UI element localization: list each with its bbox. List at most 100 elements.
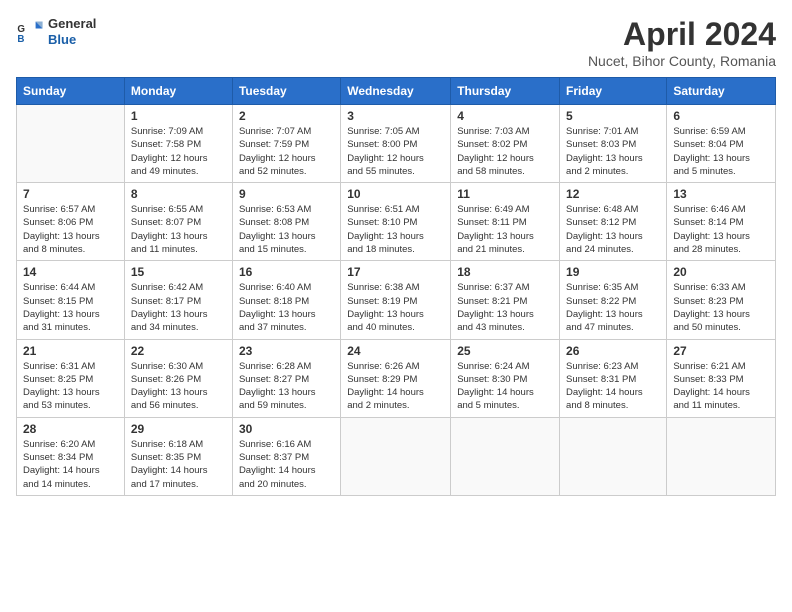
day-number: 18 bbox=[457, 265, 553, 279]
svg-text:B: B bbox=[17, 33, 24, 44]
sunset-text: Sunset: 8:10 PM bbox=[347, 216, 444, 229]
sunset-text: Sunset: 8:27 PM bbox=[239, 373, 334, 386]
day-info: Sunrise: 7:01 AMSunset: 8:03 PMDaylight:… bbox=[566, 125, 660, 178]
sunset-text: Sunset: 8:29 PM bbox=[347, 373, 444, 386]
calendar-header-row: SundayMondayTuesdayWednesdayThursdayFrid… bbox=[17, 78, 776, 105]
sunrise-text: Sunrise: 6:37 AM bbox=[457, 281, 553, 294]
day-info: Sunrise: 6:48 AMSunset: 8:12 PMDaylight:… bbox=[566, 203, 660, 256]
daylight-text: Daylight: 13 hours bbox=[347, 230, 444, 243]
daylight-text-cont: and 59 minutes. bbox=[239, 399, 334, 412]
day-number: 24 bbox=[347, 344, 444, 358]
day-number: 28 bbox=[23, 422, 118, 436]
sunrise-text: Sunrise: 6:53 AM bbox=[239, 203, 334, 216]
calendar-day: 16Sunrise: 6:40 AMSunset: 8:18 PMDayligh… bbox=[232, 261, 340, 339]
daylight-text-cont: and 18 minutes. bbox=[347, 243, 444, 256]
sunrise-text: Sunrise: 6:31 AM bbox=[23, 360, 118, 373]
sunrise-text: Sunrise: 6:49 AM bbox=[457, 203, 553, 216]
daylight-text-cont: and 31 minutes. bbox=[23, 321, 118, 334]
day-info: Sunrise: 6:51 AMSunset: 8:10 PMDaylight:… bbox=[347, 203, 444, 256]
sunset-text: Sunset: 8:08 PM bbox=[239, 216, 334, 229]
day-number: 6 bbox=[673, 109, 769, 123]
sunrise-text: Sunrise: 6:35 AM bbox=[566, 281, 660, 294]
day-info: Sunrise: 6:42 AMSunset: 8:17 PMDaylight:… bbox=[131, 281, 226, 334]
daylight-text: Daylight: 13 hours bbox=[566, 308, 660, 321]
calendar-day bbox=[667, 417, 776, 495]
daylight-text-cont: and 8 minutes. bbox=[566, 399, 660, 412]
sunrise-text: Sunrise: 6:55 AM bbox=[131, 203, 226, 216]
calendar-day bbox=[341, 417, 451, 495]
day-info: Sunrise: 6:55 AMSunset: 8:07 PMDaylight:… bbox=[131, 203, 226, 256]
calendar-week-2: 7Sunrise: 6:57 AMSunset: 8:06 PMDaylight… bbox=[17, 183, 776, 261]
sunset-text: Sunset: 8:17 PM bbox=[131, 295, 226, 308]
daylight-text-cont: and 5 minutes. bbox=[673, 165, 769, 178]
daylight-text: Daylight: 14 hours bbox=[347, 386, 444, 399]
sunset-text: Sunset: 8:07 PM bbox=[131, 216, 226, 229]
sunset-text: Sunset: 8:22 PM bbox=[566, 295, 660, 308]
sunrise-text: Sunrise: 7:09 AM bbox=[131, 125, 226, 138]
daylight-text-cont: and 8 minutes. bbox=[23, 243, 118, 256]
day-number: 23 bbox=[239, 344, 334, 358]
sunrise-text: Sunrise: 6:44 AM bbox=[23, 281, 118, 294]
day-number: 19 bbox=[566, 265, 660, 279]
calendar-day: 23 Sunrise: 6:28 AMSunset: 8:27 PMDayligh… bbox=[232, 339, 340, 417]
day-number: 11 bbox=[457, 187, 553, 201]
sunrise-text: Sunrise: 7:07 AM bbox=[239, 125, 334, 138]
sunrise-text: Sunrise: 6:57 AM bbox=[23, 203, 118, 216]
sunrise-text: Sunrise: 6:59 AM bbox=[673, 125, 769, 138]
sunrise-text: Sunrise: 6:24 AM bbox=[457, 360, 553, 373]
sunset-text: Sunset: 8:02 PM bbox=[457, 138, 553, 151]
column-header-monday: Monday bbox=[124, 78, 232, 105]
sunrise-text: Sunrise: 6:26 AM bbox=[347, 360, 444, 373]
calendar-day bbox=[560, 417, 667, 495]
daylight-text: Daylight: 13 hours bbox=[131, 308, 226, 321]
sunrise-text: Sunrise: 6:40 AM bbox=[239, 281, 334, 294]
logo-icon: G B bbox=[16, 18, 44, 46]
day-number: 8 bbox=[131, 187, 226, 201]
daylight-text: Daylight: 12 hours bbox=[131, 152, 226, 165]
calendar-day: 1Sunrise: 7:09 AMSunset: 7:58 PMDaylight… bbox=[124, 105, 232, 183]
day-info: Sunrise: 6:28 AMSunset: 8:27 PMDaylight:… bbox=[239, 360, 334, 413]
daylight-text: Daylight: 14 hours bbox=[566, 386, 660, 399]
calendar-day: 11 Sunrise: 6:49 AMSunset: 8:11 PMDayligh… bbox=[451, 183, 560, 261]
calendar-day: 21Sunrise: 6:31 AMSunset: 8:25 PMDayligh… bbox=[17, 339, 125, 417]
calendar-week-5: 28Sunrise: 6:20 AMSunset: 8:34 PMDayligh… bbox=[17, 417, 776, 495]
daylight-text-cont: and 47 minutes. bbox=[566, 321, 660, 334]
day-info: Sunrise: 6:30 AMSunset: 8:26 PMDaylight:… bbox=[131, 360, 226, 413]
daylight-text: Daylight: 13 hours bbox=[23, 386, 118, 399]
day-number: 21 bbox=[23, 344, 118, 358]
daylight-text: Daylight: 12 hours bbox=[457, 152, 553, 165]
calendar-day: 13Sunrise: 6:46 AMSunset: 8:14 PMDayligh… bbox=[667, 183, 776, 261]
calendar-day: 26Sunrise: 6:23 AMSunset: 8:31 PMDayligh… bbox=[560, 339, 667, 417]
daylight-text-cont: and 34 minutes. bbox=[131, 321, 226, 334]
daylight-text-cont: and 53 minutes. bbox=[23, 399, 118, 412]
logo-general-text: General bbox=[48, 16, 96, 32]
daylight-text: Daylight: 13 hours bbox=[566, 152, 660, 165]
calendar-day: 9Sunrise: 6:53 AMSunset: 8:08 PMDaylight… bbox=[232, 183, 340, 261]
daylight-text-cont: and 56 minutes. bbox=[131, 399, 226, 412]
day-info: Sunrise: 6:33 AMSunset: 8:23 PMDaylight:… bbox=[673, 281, 769, 334]
logo: G B General Blue bbox=[16, 16, 96, 47]
day-number: 7 bbox=[23, 187, 118, 201]
day-number: 16 bbox=[239, 265, 334, 279]
calendar-week-3: 14Sunrise: 6:44 AMSunset: 8:15 PMDayligh… bbox=[17, 261, 776, 339]
daylight-text: Daylight: 13 hours bbox=[239, 230, 334, 243]
daylight-text-cont: and 2 minutes. bbox=[566, 165, 660, 178]
sunset-text: Sunset: 8:35 PM bbox=[131, 451, 226, 464]
day-info: Sunrise: 6:16 AMSunset: 8:37 PMDaylight:… bbox=[239, 438, 334, 491]
day-number: 22 bbox=[131, 344, 226, 358]
daylight-text: Daylight: 14 hours bbox=[23, 464, 118, 477]
daylight-text: Daylight: 13 hours bbox=[457, 308, 553, 321]
daylight-text: Daylight: 13 hours bbox=[239, 386, 334, 399]
sunrise-text: Sunrise: 6:20 AM bbox=[23, 438, 118, 451]
sunset-text: Sunset: 8:33 PM bbox=[673, 373, 769, 386]
daylight-text: Daylight: 13 hours bbox=[673, 230, 769, 243]
daylight-text-cont: and 58 minutes. bbox=[457, 165, 553, 178]
daylight-text: Daylight: 13 hours bbox=[131, 230, 226, 243]
daylight-text: Daylight: 13 hours bbox=[566, 230, 660, 243]
day-number: 20 bbox=[673, 265, 769, 279]
daylight-text-cont: and 17 minutes. bbox=[131, 478, 226, 491]
sunset-text: Sunset: 8:37 PM bbox=[239, 451, 334, 464]
calendar-week-1: 1Sunrise: 7:09 AMSunset: 7:58 PMDaylight… bbox=[17, 105, 776, 183]
calendar-day: 7Sunrise: 6:57 AMSunset: 8:06 PMDaylight… bbox=[17, 183, 125, 261]
day-info: Sunrise: 6:49 AMSunset: 8:11 PMDaylight:… bbox=[457, 203, 553, 256]
